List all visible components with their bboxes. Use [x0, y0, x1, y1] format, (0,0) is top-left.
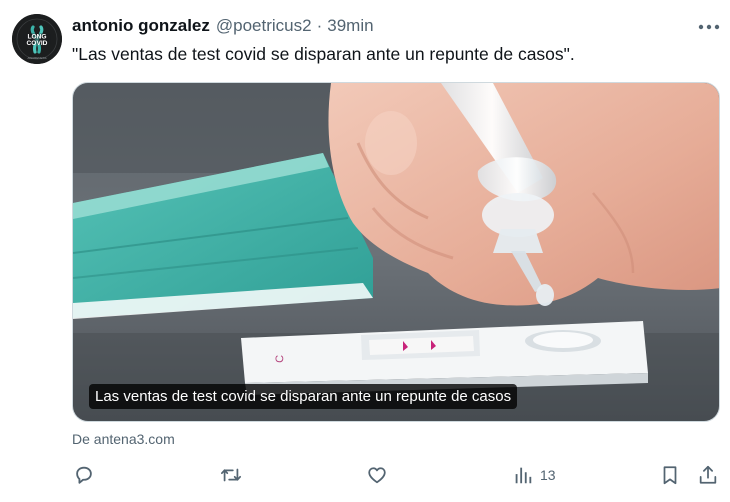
- card-caption: Las ventas de test covid se disparan ant…: [89, 384, 518, 409]
- retweet-icon: [220, 468, 242, 482]
- tweet-header: antonio gonzalez @poetricus2 · 39min: [72, 16, 374, 38]
- more-horizontal-icon: [698, 24, 720, 30]
- views-chart-icon: [515, 467, 532, 484]
- svg-text:C: C: [274, 355, 286, 363]
- retweet-button[interactable]: [220, 460, 242, 490]
- avatar[interactable]: LONG COVID AWARENESS: [12, 14, 62, 64]
- card-image: C: [73, 83, 719, 421]
- reply-icon: [76, 466, 92, 484]
- views-button[interactable]: 13: [512, 460, 556, 490]
- reply-button[interactable]: [73, 460, 95, 490]
- tweet: LONG COVID AWARENESS antonio gonzalez @p…: [0, 0, 730, 502]
- svg-text:AWARENESS: AWARENESS: [28, 56, 47, 60]
- svg-text:COVID: COVID: [27, 40, 48, 47]
- like-button[interactable]: [366, 460, 388, 490]
- separator-dot: ·: [316, 16, 323, 35]
- link-card[interactable]: C Las ventas de test covid se disparan a…: [72, 82, 720, 422]
- bookmark-button[interactable]: [659, 460, 681, 490]
- tweet-timestamp[interactable]: 39min: [327, 16, 373, 36]
- share-button[interactable]: [697, 460, 719, 490]
- author-name[interactable]: antonio gonzalez: [72, 16, 210, 36]
- heart-icon: [368, 467, 386, 484]
- long-covid-logo-icon: LONG COVID AWARENESS: [12, 14, 62, 64]
- more-options-button[interactable]: [692, 14, 726, 40]
- tweet-text: "Las ventas de test covid se disparan an…: [72, 44, 575, 64]
- bookmark-icon: [663, 466, 677, 485]
- views-count: 13: [540, 467, 556, 483]
- share-icon: [699, 465, 717, 484]
- card-source-link[interactable]: De antena3.com: [72, 431, 175, 447]
- author-handle[interactable]: @poetricus2: [216, 16, 312, 36]
